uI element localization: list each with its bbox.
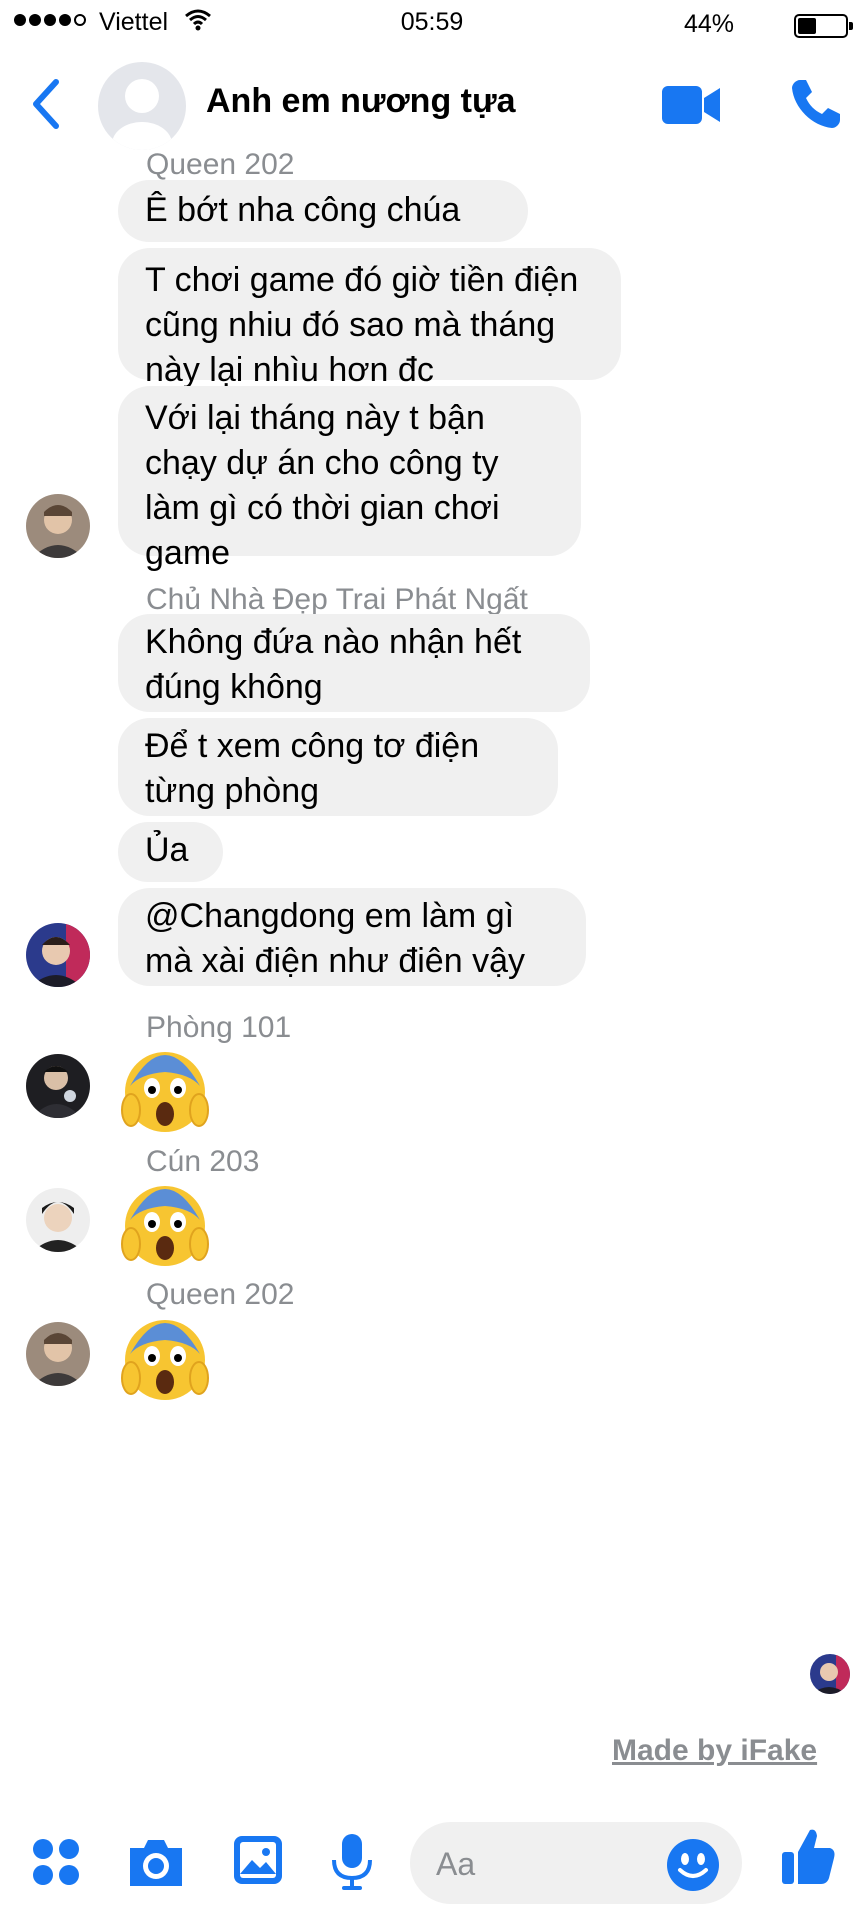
emoji-icon[interactable] — [666, 1838, 720, 1897]
status-time: 05:59 — [400, 8, 464, 36]
message-bubble[interactable]: T chơi game đó giờ tiền điện cũng nhiu đ… — [118, 248, 621, 389]
gallery-icon[interactable] — [232, 1834, 284, 1891]
sender-name: Cún 203 — [146, 1145, 260, 1178]
message-bubble[interactable]: Ủa — [118, 822, 223, 882]
back-button[interactable] — [28, 78, 64, 135]
message-bubble[interactable]: Với lại tháng này t bận chạy dự án cho c… — [118, 386, 581, 572]
sender-name: Queen 202 — [146, 1278, 295, 1311]
microphone-icon[interactable] — [330, 1832, 374, 1897]
face-screaming-in-fear-icon[interactable] — [120, 1178, 210, 1270]
conversation-title[interactable]: Anh em nương tựa — [206, 82, 516, 121]
battery-percentage: 44% — [683, 10, 734, 38]
face-screaming-in-fear-icon[interactable] — [120, 1312, 210, 1404]
sender-name: Queen 202 — [146, 148, 295, 181]
avatar[interactable] — [26, 1322, 90, 1386]
seen-receipt-avatar — [810, 1654, 850, 1694]
like-icon[interactable] — [780, 1826, 836, 1891]
message-bubble[interactable]: Ê bớt nha công chúa — [118, 180, 528, 242]
camera-icon[interactable] — [126, 1836, 186, 1893]
phone-call-icon[interactable] — [790, 78, 842, 135]
avatar[interactable] — [26, 494, 90, 558]
apps-icon[interactable] — [32, 1838, 80, 1891]
sender-name: Phòng 101 — [146, 1011, 292, 1044]
status-bar: Viettel 05:59 44% — [0, 0, 864, 46]
message-bubble[interactable]: @Changdong em làm gì mà xài điện như điê… — [118, 888, 586, 986]
avatar[interactable] — [26, 923, 90, 987]
watermark: Made by iFake — [612, 1734, 818, 1767]
avatar[interactable] — [26, 1054, 90, 1118]
video-call-icon[interactable] — [662, 84, 722, 131]
message-bubble[interactable]: Không đứa nào nhận hết đúng không — [118, 614, 590, 712]
message-bubble[interactable]: Để t xem công tơ điện từng phòng — [118, 718, 558, 816]
face-screaming-in-fear-icon[interactable] — [120, 1044, 210, 1136]
group-avatar[interactable] — [98, 62, 186, 150]
avatar[interactable] — [26, 1188, 90, 1252]
message-input-placeholder: Aa — [436, 1846, 476, 1882]
battery-icon — [794, 14, 853, 38]
sender-name: Chủ Nhà Đẹp Trai Phát Ngất — [146, 583, 528, 616]
